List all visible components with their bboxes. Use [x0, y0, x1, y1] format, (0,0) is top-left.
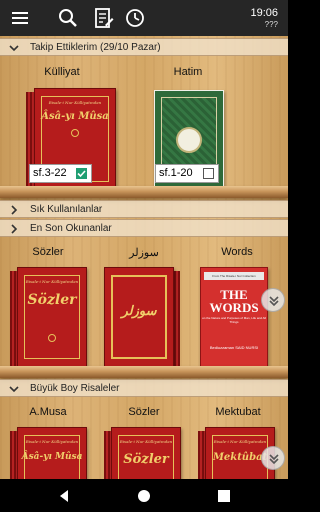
- status-clock: 19:06 ???: [250, 8, 278, 30]
- scroll-down-button[interactable]: [261, 446, 285, 470]
- cover-series: Risale-i Nur Külliyatından: [25, 279, 79, 284]
- book-cover: سوزلر: [104, 267, 174, 367]
- checkbox-unchecked-icon[interactable]: [203, 168, 214, 179]
- cover-seal: [71, 129, 79, 137]
- book-label-sozler-arabic: سوزلر: [129, 247, 159, 259]
- book-cover: Risale-i Nur Külliyatından Âsâ-yı Mûsa: [17, 427, 87, 479]
- section-large-label: Büyük Boy Risaleler: [30, 383, 120, 394]
- section-frequent-label: Sık Kullanılanlar: [30, 204, 103, 215]
- book-words[interactable]: From The Risale-i Nur Collection THE WOR…: [196, 267, 276, 369]
- recents-icon[interactable]: [216, 488, 232, 504]
- bookshelf: Takip Ettiklerim (29/10 Pazar) Külliyat …: [0, 36, 288, 479]
- cover-medallion: [176, 127, 202, 153]
- search-icon[interactable]: [56, 6, 80, 30]
- progress-hatim[interactable]: sf.1-20: [155, 164, 219, 183]
- chevron-right-icon: [11, 205, 18, 215]
- book-cover: Risale-i Nur Külliyatından Sözler: [17, 267, 87, 367]
- scroll-down-button[interactable]: [261, 288, 285, 312]
- cover-seal: [48, 334, 56, 342]
- section-recent-header[interactable]: En Son Okunanlar: [0, 219, 288, 237]
- double-chevron-down-icon: [269, 454, 279, 465]
- book-label-words: Words: [221, 246, 253, 258]
- book-sozler[interactable]: Risale-i Nur Külliyatından Sözler: [10, 267, 88, 369]
- book-cover: Risale-i Nur Külliyatından Sözler: [111, 427, 181, 479]
- cover-author: Bediuzzaman SAID NURSI: [209, 345, 259, 350]
- section-frequent-header[interactable]: Sık Kullanılanlar: [0, 200, 288, 218]
- cover-title: Âsâ-yı Mûsa: [21, 452, 83, 462]
- section-followed-label: Takip Ettiklerim (29/10 Pazar): [30, 42, 161, 53]
- book-label-mektubat: Mektubat: [215, 406, 261, 418]
- book-label-sozler: Sözler: [32, 246, 64, 258]
- menu-icon[interactable]: [8, 6, 32, 30]
- cover-series: Risale-i Nur Külliyatından: [213, 439, 267, 444]
- cover-title: Sözler: [27, 292, 77, 308]
- book-amusa[interactable]: Risale-i Nur Külliyatından Âsâ-yı Mûsa: [10, 427, 88, 479]
- cover-frame: [24, 275, 80, 359]
- back-icon[interactable]: [56, 488, 72, 504]
- book-label-kulliyat: Külliyat: [44, 66, 80, 78]
- history-icon[interactable]: [123, 6, 147, 30]
- shelf-board: [0, 366, 288, 378]
- double-chevron-down-icon: [269, 296, 279, 307]
- app-toolbar: 19:06 ???: [0, 0, 288, 36]
- shelf-board: [0, 186, 288, 198]
- chevron-down-icon: [9, 45, 19, 52]
- section-followed-header[interactable]: Takip Ettiklerim (29/10 Pazar): [0, 38, 288, 56]
- cover-title: THE WORDS: [209, 287, 259, 315]
- cover-subtitle: on the Nature and Purposes of Man, Life …: [202, 316, 266, 324]
- home-icon[interactable]: [136, 488, 152, 504]
- chevron-down-icon: [9, 386, 19, 393]
- book-label-sozler-large: Sözler: [128, 406, 160, 418]
- book-cover-words: From The Risale-i Nur Collection THE WOR…: [200, 267, 268, 367]
- chevron-right-icon: [11, 224, 18, 234]
- cover-title: Sözler: [123, 452, 169, 467]
- cover-title: سوزلر: [121, 304, 157, 319]
- progress-kulliyat-text: sf.3-22: [33, 167, 67, 179]
- book-sozler-large[interactable]: Risale-i Nur Külliyatından Sözler: [104, 427, 182, 479]
- system-navigation-bar: [0, 479, 288, 512]
- clock-date: ???: [264, 20, 278, 29]
- notes-icon[interactable]: [91, 6, 115, 30]
- clock-time: 19:06: [250, 7, 278, 19]
- section-large-header[interactable]: Büyük Boy Risaleler: [0, 379, 288, 397]
- progress-kulliyat[interactable]: sf.3-22: [29, 164, 92, 183]
- cover-title: Âsâ-yı Mûsa: [41, 111, 109, 122]
- book-sozler-arabic[interactable]: سوزلر: [104, 267, 182, 369]
- section-recent-label: En Son Okunanlar: [30, 223, 112, 234]
- cover-series: From The Risale-i Nur Collection: [204, 272, 264, 280]
- cover-series: Risale-i Nur Külliyatından: [48, 100, 102, 105]
- cover-series: Risale-i Nur Külliyatından: [25, 439, 79, 444]
- checkbox-checked-icon[interactable]: [76, 168, 87, 179]
- cover-series: Risale-i Nur Külliyatından: [119, 439, 173, 444]
- book-label-amusa: A.Musa: [29, 406, 67, 418]
- progress-hatim-text: sf.1-20: [159, 167, 193, 179]
- book-label-hatim: Hatim: [173, 66, 203, 78]
